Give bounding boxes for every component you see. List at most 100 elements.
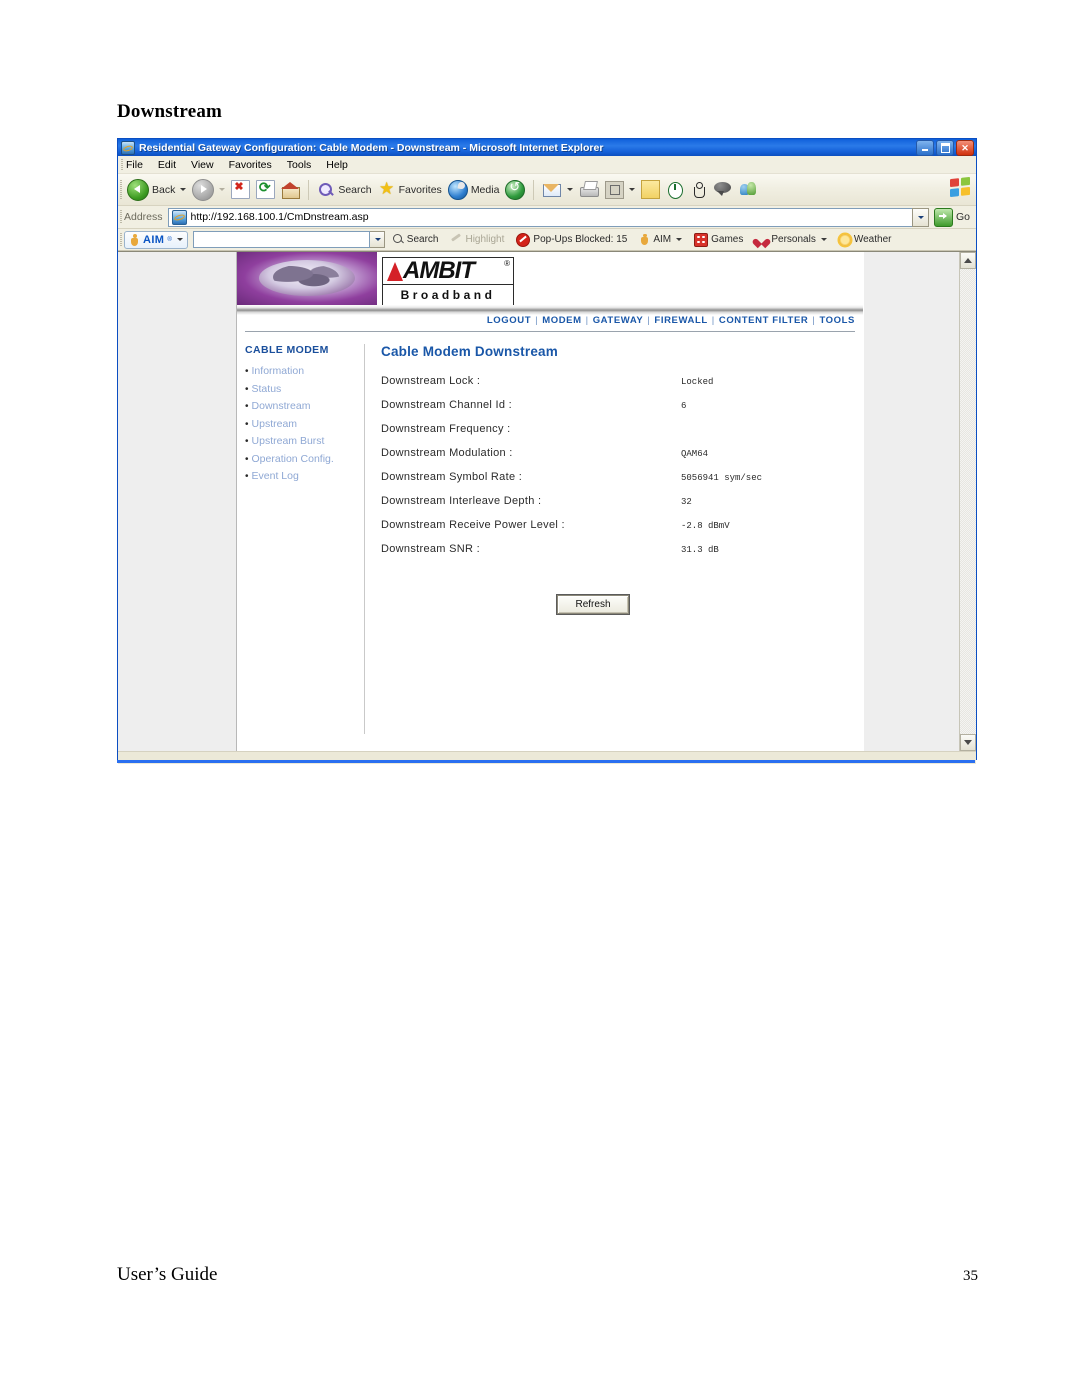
- nav-firewall[interactable]: FIREWALL: [654, 315, 707, 326]
- scroll-down-button[interactable]: [960, 734, 976, 751]
- people-button[interactable]: [736, 180, 761, 199]
- bullet-icon: •: [245, 436, 249, 447]
- edit-dropdown-icon[interactable]: [629, 188, 636, 191]
- aim-weather-menu[interactable]: Weather: [838, 233, 891, 246]
- menu-view[interactable]: View: [191, 159, 214, 171]
- refresh-icon: [256, 179, 276, 199]
- aim-highlight-label: Highlight: [465, 234, 505, 245]
- main-toolbar: Back Search ★: [118, 174, 976, 206]
- aim-search-input[interactable]: [192, 231, 370, 248]
- favorites-button[interactable]: ★ Favorites: [375, 180, 445, 200]
- nav-separator: |: [711, 315, 715, 326]
- refresh-button[interactable]: Refresh: [556, 594, 630, 615]
- refresh-button[interactable]: [253, 179, 278, 200]
- sidebar-item-event-log[interactable]: • Event Log: [245, 470, 364, 482]
- menu-file[interactable]: File: [126, 159, 143, 171]
- aim-popups-label: Pop-Ups Blocked: 15: [533, 234, 628, 245]
- notes-button[interactable]: [638, 179, 663, 200]
- home-button[interactable]: [278, 180, 303, 200]
- media-icon: [447, 179, 468, 200]
- aim-games-menu[interactable]: Games: [694, 232, 744, 247]
- site-header: AMBIT ® Broadband: [237, 252, 863, 315]
- aim-personals-menu[interactable]: Personals: [755, 234, 827, 246]
- media-label: Media: [470, 183, 500, 196]
- row-value: -2.8 dBmV: [681, 521, 730, 531]
- sidebar-item-upstream-burst[interactable]: • Upstream Burst: [245, 435, 364, 447]
- nav-content-filter[interactable]: CONTENT FILTER: [719, 315, 809, 326]
- close-button[interactable]: ✕: [956, 140, 974, 156]
- mail-dropdown-icon[interactable]: [567, 188, 574, 191]
- aim-games-label: Games: [711, 234, 744, 245]
- edit-button[interactable]: [602, 180, 638, 200]
- info-row: Downstream Receive Power Level : -2.8 dB…: [381, 519, 863, 534]
- aim-logo-button[interactable]: AIM ®: [124, 230, 188, 249]
- sidebar-item-information[interactable]: • Information: [245, 365, 364, 377]
- go-label: Go: [955, 211, 970, 223]
- aim-search-dropdown[interactable]: [369, 231, 385, 248]
- row-label: Downstream Symbol Rate :: [381, 471, 523, 483]
- web-page-content: AMBIT ® Broadband LOGOUT | MODEM | GATEW…: [237, 252, 863, 751]
- address-dropdown-button[interactable]: [911, 207, 929, 227]
- search-label: Search: [338, 183, 372, 196]
- scrollbar-track[interactable]: [960, 269, 976, 734]
- sidebar-item-label: Event Log: [251, 470, 299, 482]
- print-button[interactable]: [576, 180, 602, 199]
- bullet-icon: •: [245, 453, 249, 465]
- header-swoosh-graphic: [237, 305, 863, 315]
- menu-favorites[interactable]: Favorites: [229, 159, 272, 171]
- menu-help[interactable]: Help: [326, 159, 348, 171]
- nav-logout[interactable]: LOGOUT: [487, 315, 531, 326]
- search-button[interactable]: Search: [314, 180, 374, 200]
- bullet-icon: •: [245, 418, 249, 430]
- info-row: Downstream Symbol Rate : 5056941 sym/sec: [381, 471, 863, 486]
- browser-window: Residential Gateway Configuration: Cable…: [117, 138, 977, 764]
- forward-dropdown-icon[interactable]: [219, 188, 226, 191]
- person-button[interactable]: [687, 180, 711, 200]
- sidebar-item-status[interactable]: • Status: [245, 383, 364, 395]
- nav-modem[interactable]: MODEM: [542, 315, 581, 326]
- aim-aim-menu[interactable]: AIM: [639, 233, 683, 246]
- aim-popup-blocker[interactable]: Pop-Ups Blocked: 15: [516, 232, 628, 247]
- sidebar-item-downstream[interactable]: • Downstream: [245, 400, 364, 412]
- stop-icon: [231, 180, 251, 199]
- sidebar-item-label: Operation Config.: [251, 452, 334, 465]
- back-button[interactable]: Back: [124, 178, 189, 202]
- aim-highlight-button[interactable]: Highlight: [450, 234, 504, 245]
- scroll-up-button[interactable]: [960, 252, 976, 269]
- sidebar-item-label: Status: [251, 382, 282, 395]
- vertical-scrollbar[interactable]: [959, 252, 976, 751]
- maximize-button[interactable]: [936, 140, 954, 156]
- nav-separator: |: [812, 315, 816, 326]
- menu-edit[interactable]: Edit: [158, 159, 176, 171]
- page-columns: CABLE MODEM • Information • Status • Dow…: [237, 332, 863, 734]
- row-label: Downstream SNR :: [381, 543, 480, 555]
- media-button[interactable]: Media: [445, 179, 503, 201]
- messenger-button[interactable]: [663, 180, 687, 200]
- globe-image: [237, 252, 377, 305]
- minimize-button[interactable]: [916, 140, 934, 156]
- stop-button[interactable]: [228, 179, 253, 200]
- sidebar-item-operation-config[interactable]: • Operation Config.: [245, 453, 364, 465]
- aim-running-man-icon: [639, 233, 650, 246]
- bullet-icon: •: [245, 401, 249, 412]
- star-icon: ★: [379, 178, 395, 198]
- bullet-icon: •: [245, 383, 249, 395]
- aim-menu-chevron-icon[interactable]: [176, 238, 183, 241]
- windows-flag-icon: [950, 176, 970, 198]
- forward-button[interactable]: [189, 178, 228, 202]
- address-input[interactable]: http://192.168.100.1/CmDnstream.asp: [167, 207, 928, 227]
- sidebar-item-upstream[interactable]: • Upstream: [245, 418, 364, 430]
- history-button[interactable]: [502, 179, 528, 201]
- discuss-button[interactable]: [711, 181, 736, 198]
- menu-tools[interactable]: Tools: [287, 159, 312, 171]
- nav-gateway[interactable]: GATEWAY: [593, 315, 644, 326]
- go-button[interactable]: Go: [933, 207, 976, 227]
- info-row: Downstream Modulation : QAM64: [381, 447, 863, 462]
- aim-menu-label: AIM: [653, 234, 672, 245]
- mail-button[interactable]: [539, 181, 576, 199]
- aim-search-button[interactable]: Search: [392, 234, 438, 245]
- highlighter-icon: [450, 234, 462, 245]
- nav-separator: |: [585, 315, 589, 326]
- back-dropdown-icon[interactable]: [180, 188, 187, 191]
- nav-tools[interactable]: TOOLS: [819, 315, 855, 326]
